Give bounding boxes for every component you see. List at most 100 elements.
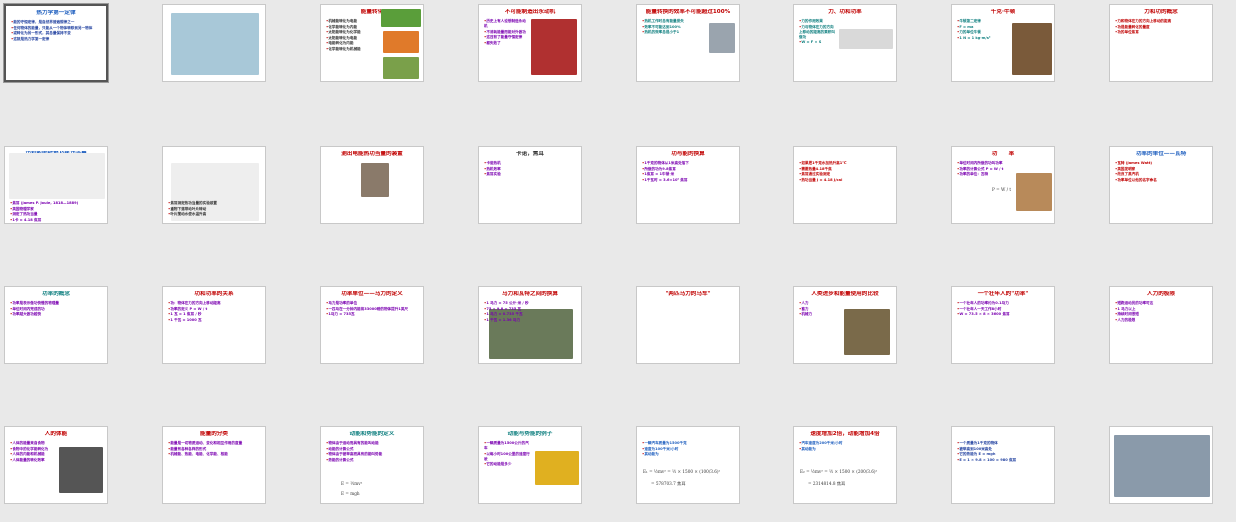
slide-thumbnail[interactable]: 能量的分类能量是一切物质运动、变化和相互作用的度量能量有各种各样的形式机械能、热… xyxy=(162,426,266,504)
slide-thumbnail[interactable]: 动能与势能的例子一辆质量为1500公斤的汽车以每小时100公里的速度行驶它的动能… xyxy=(478,426,582,504)
slide-thumbnail[interactable]: 热力学第一定律能的守恒定律，是自然界普遍规律之一任何物体的能量，只能从一个物体转… xyxy=(4,4,108,82)
slide-bullet: 功率越大做功越快 xyxy=(10,312,102,317)
slide-formula: E = ½mv² xyxy=(341,481,363,486)
slide-thumbnail[interactable]: 功和能的转换及热功当量焦耳 (James P. Joule, 1818—1889… xyxy=(4,146,108,224)
slide-thumbnail[interactable]: 一个质量为1千克的物体被举高到100米高处它的势能为 E = mghE = 1 … xyxy=(951,426,1055,504)
slide-bullet: 被举高到100米高处 xyxy=(957,447,1049,452)
slide-thumbnail[interactable]: 千克·牛顿牛顿第二定律F = ma力的单位牛顿1 N = 1 kg·m/s² xyxy=(951,4,1055,82)
slide-bullet: 力的单位牛顿 xyxy=(957,30,1008,35)
slide-thumbnail[interactable]: 人类进步和能量使用的比较人力畜力机械力 xyxy=(793,286,897,364)
slide-body: 汽车速度为200千米/小时其动能为 xyxy=(799,441,891,452)
slide-thumbnail[interactable]: 功 率单位时间内所做的功叫功率功率的计算公式 P = W / t功率的单位：瓦特… xyxy=(951,146,1055,224)
slide-bullet: 英国发明家 xyxy=(1115,167,1207,172)
slide-bullet: 1 马力 = 0.735 千瓦 xyxy=(484,312,576,317)
slide-bullet: 英国物理学家 xyxy=(10,207,102,212)
slide-formula: E₂ = ½mv² = ½ × 1500 × (200/3.6)² xyxy=(800,469,878,474)
slide-bullet: 1卡 = 4.18 焦耳 xyxy=(10,218,102,223)
slide-bullet: 效率不可能达到100% xyxy=(642,25,705,30)
slide-thumbnail[interactable]: 功率的单位——瓦特瓦特 (James Watt)英国发明家改良了蒸汽机功率单位以… xyxy=(1109,146,1213,224)
three-gorges-dam-image xyxy=(1114,435,1210,497)
slide-thumbnail[interactable]: 测出电能热功当量的装置 xyxy=(320,146,424,224)
slide-bullet: 瓦特 (James Watt) xyxy=(1115,161,1207,166)
slide-body: 热机工作时总有能量损失效率不可能达到100%热机的效率总是小于1 xyxy=(642,19,705,36)
dam-diagram-image xyxy=(171,13,259,75)
slide-thumbnail[interactable]: 功和功率的关系功：物体在力的方向上移动距离功率的定义 P = W / t1 瓦 … xyxy=(162,286,266,364)
slide-title: 能量的分类 xyxy=(200,431,228,437)
slide-thumbnail[interactable] xyxy=(1109,426,1213,504)
landscape-image xyxy=(381,9,421,27)
slide-bullet: 它的动能是多少 xyxy=(484,462,531,467)
slide-title: "两匹马力的马车" xyxy=(665,291,711,297)
slide-bullet: 物体由于运动而具有的能叫动能 xyxy=(326,441,418,446)
slide-body: 一辆质量为1500公斤的汽车以每小时100公里的速度行驶它的动能是多少 xyxy=(484,441,531,468)
slide-bullet: 能量是一切物质运动、变化和相互作用的度量 xyxy=(168,441,260,446)
slide-thumbnail[interactable]: 人力的极限短跑运动员的功率可达1 马力以上持续时间很短人力的极限 xyxy=(1109,286,1213,364)
slide-thumbnail[interactable] xyxy=(162,4,266,82)
slide-formula: E₁ = ½mv² = ½ × 1500 × (100/3.6)² xyxy=(643,469,721,474)
slide-thumbnail[interactable]: 功率单位——马力的定义马力是功率的单位一匹马在一分钟内能将33000磅的物体提升… xyxy=(320,286,424,364)
slide-bullet: 焦耳 (James P. Joule, 1818—1889) xyxy=(10,201,102,206)
slide-bullet: 功率是表示做功快慢的物理量 xyxy=(10,301,102,306)
slide-body: 能量是一切物质运动、变化和相互作用的度量能量有各种各样的形式机械能、热能、电能、… xyxy=(168,441,260,458)
slide-bullet: W = 73.5 × 8 × 3600 焦耳 xyxy=(957,312,1049,317)
slide-bullet: 它的势能为 E = mgh xyxy=(957,452,1049,457)
slide-title: 人的体能 xyxy=(44,431,68,437)
slide-thumbnail[interactable]: 功率的概念功率是表示做功快慢的物理量单位时间内完成的功功率越大做功越快 xyxy=(4,286,108,364)
slide-bullet: 力和物体在力的方向上移动的距离 xyxy=(1115,19,1207,24)
slide-title: 测出电能热功当量的装置 xyxy=(341,151,403,157)
slide-bullet: 1 千瓦 = 1000 瓦 xyxy=(168,318,260,323)
slide-title: 功和功率的关系 xyxy=(194,291,234,297)
slide-bullet: 一个质量为1千克的物体 xyxy=(957,441,1049,446)
slide-thumbnail[interactable]: 能量转化机械能转化为电能化学能转化为内能太阳能转化为化学能太阳能转化为电能电能转… xyxy=(320,4,424,82)
slide-bullet: F = ma xyxy=(957,25,1008,30)
slide-bullet: 单位时间内完成的功 xyxy=(10,307,102,312)
slide-bullet: 机械能转化为电能 xyxy=(326,19,377,24)
slide-bullet: 机械力 xyxy=(799,312,840,317)
slide-bullet: 持续时间很短 xyxy=(1115,312,1207,317)
slide-body: 功：物体在力的方向上移动距离功率的定义 P = W / t1 瓦 = 1 焦耳 … xyxy=(168,301,260,323)
slide-title: 人力的极限 xyxy=(1147,291,1175,297)
slide-thumbnail[interactable]: 不可能制造出永动机历史上有人设想制造永动机不消耗能量而能对外做功这违背了能量守恒… xyxy=(478,4,582,82)
slide-bullet: 一辆质量为1500公斤的汽车 xyxy=(484,441,531,451)
slide-thumbnail[interactable]: 卡诺，焦耳卡诺热机热机效率焦耳实验 xyxy=(478,146,582,224)
slide-bullet: 如果把1千克水加热升高1℃ xyxy=(799,161,891,166)
slide-thumbnail[interactable]: 动能和势能的定义物体由于运动而具有的能叫动能动能的计算公式物体由于被举高而具有的… xyxy=(320,426,424,504)
slide-bullet: 马力是功率的单位 xyxy=(326,301,418,306)
slide-title: 卡诺，焦耳 xyxy=(516,151,544,157)
slide-bullet: 太阳能转化为化学能 xyxy=(326,30,377,35)
slide-bullet: 热功当量 J = 4.18 J/cal xyxy=(799,178,891,183)
sunset-image xyxy=(383,31,419,53)
slide-bullet: 势能的计算公式 xyxy=(326,458,418,463)
slide-bullet: 机械能、热能、电能、化学能、核能 xyxy=(168,452,260,457)
slide-thumbnail[interactable]: 焦耳测定热功当量的实验装置重物下落带动叶片转动叶片搅动水使水温升高 xyxy=(162,146,266,224)
slide-thumbnail[interactable]: 力、功和功率力的作用效果力与物体在力的方向上移动的距离的乘积叫做功W = F ×… xyxy=(793,4,897,82)
slide-thumbnail[interactable]: 一个壮年人的"功率" 一个壮年人的功率约为0.1马力一个壮年人一天工作8小时W =… xyxy=(951,286,1055,364)
slide-body: 力和物体在力的方向上移动的距离功是能量转化的量度功的单位焦耳 xyxy=(1115,19,1207,36)
slide-thumbnail[interactable]: "两匹马力的马车" xyxy=(636,286,740,364)
slide-thumbnail[interactable]: 功与能的换算 1千克的物体从1米高处落下所做的功为9.8焦耳1焦耳 = 1牛顿·米… xyxy=(636,146,740,224)
slide-body: 一辆汽车质量为1500千克速度为100千米/小时其动能为 xyxy=(642,441,734,458)
slide-body: 人体的能量来自食物食物中的化学能转化为人体的内能和机械能人体能量的转化效率 xyxy=(10,441,55,463)
athlete-image xyxy=(59,447,103,493)
slide-bullet: 化学能转化为内能 xyxy=(326,25,377,30)
slide-bullet: 不消耗能量而能对外做功 xyxy=(484,30,527,35)
lever-diagram-image xyxy=(839,29,893,49)
slide-thumbnail[interactable]: 人的体能人体的能量来自食物食物中的化学能转化为人体的内能和机械能人体能量的转化效… xyxy=(4,426,108,504)
slide-formula: = 578703.7 焦耳 xyxy=(651,481,686,486)
slide-thumbnail[interactable]: 力和功的概念力和物体在力的方向上移动的距离功是能量转化的量度功的单位焦耳 xyxy=(1109,4,1213,82)
slide-formula: E = mgh xyxy=(341,491,360,496)
slide-bullet: 一个壮年人的功率约为0.1马力 xyxy=(957,301,1049,306)
slide-body: 瓦特 (James Watt)英国发明家改良了蒸汽机功率单位以他的名字命名 xyxy=(1115,161,1207,183)
slide-bullet: 卡诺热机 xyxy=(484,161,576,166)
slide-bullet: 一个壮年人一天工作8小时 xyxy=(957,307,1049,312)
slide-body: 单位时间内所做的功叫功率功率的计算公式 P = W / t功率的单位：瓦特 xyxy=(957,161,1012,178)
slide-bullet: W = F × S xyxy=(799,40,835,45)
slide-thumbnail[interactable]: 如果把1千克水加热升高1℃需要热量4.18千焦焦耳通过实验测定热功当量 J = … xyxy=(793,146,897,224)
slide-bullet: 速度为100千米/小时 xyxy=(642,447,734,452)
slide-thumbnail[interactable]: 速度增加2倍，动能增加4倍汽车速度为200千米/小时其动能为 E₂ = ½mv² … xyxy=(793,426,897,504)
slide-thumbnail[interactable]: 能量转换的效率不可能超过100% 热机工作时总有能量损失效率不可能达到100%热机… xyxy=(636,4,740,82)
slide-title: 不可能制造出永动机 xyxy=(504,9,556,15)
slide-thumbnail[interactable]: 一辆汽车质量为1500千克速度为100千米/小时其动能为 E₁ = ½mv² = … xyxy=(636,426,740,504)
slide-bullet: 焦耳实验 xyxy=(484,172,576,177)
slide-thumbnail[interactable]: 马力和瓦特之间的换算 1 马力 = 75 公斤·米 / 秒75 × 9.8 = 7… xyxy=(478,286,582,364)
